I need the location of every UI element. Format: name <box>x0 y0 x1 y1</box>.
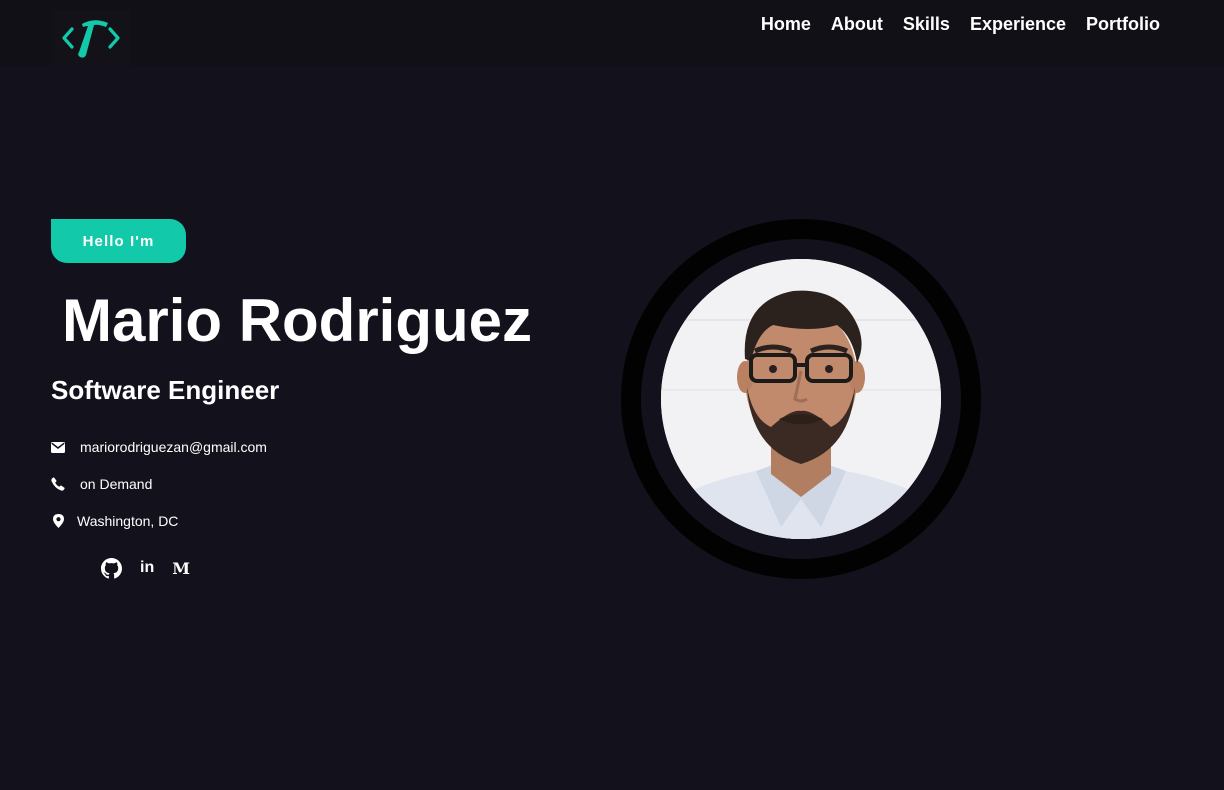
code-hammer-logo-icon <box>62 20 120 58</box>
site-logo[interactable] <box>52 10 130 66</box>
main-nav: Home About Skills Experience Portfolio <box>761 12 1160 36</box>
greeting-badge: Hello I'm <box>51 219 186 263</box>
hero-name: Mario Rodriguez <box>62 287 533 354</box>
nav-skills[interactable]: Skills <box>903 12 950 36</box>
nav-home[interactable]: Home <box>761 12 811 36</box>
site-header: Home About Skills Experience Portfolio <box>0 0 1224 66</box>
envelope-icon <box>51 440 65 454</box>
nav-experience[interactable]: Experience <box>970 12 1066 36</box>
phone-icon <box>51 477 65 491</box>
profile-photo-illustration <box>661 259 941 539</box>
linkedin-text: in <box>140 559 155 576</box>
github-icon[interactable] <box>100 557 122 579</box>
nav-about[interactable]: About <box>831 12 883 36</box>
medium-text: M <box>172 558 190 578</box>
medium-icon[interactable]: M <box>172 559 190 578</box>
hero-role: Software Engineer <box>51 375 280 405</box>
location-text: Washington, DC <box>77 513 179 529</box>
linkedin-icon[interactable]: in <box>140 559 154 577</box>
contact-phone: on Demand <box>51 475 152 493</box>
phone-text: on Demand <box>80 476 153 492</box>
profile-photo <box>661 259 941 539</box>
contact-location: Washington, DC <box>51 512 178 530</box>
social-links: in M <box>100 557 190 579</box>
map-marker-icon <box>51 514 65 528</box>
nav-portfolio[interactable]: Portfolio <box>1086 12 1160 36</box>
contact-email: mariorodriguezan@gmail.com <box>51 438 267 456</box>
email-text[interactable]: mariorodriguezan@gmail.com <box>80 438 267 456</box>
greeting-text: Hello I'm <box>82 232 155 250</box>
